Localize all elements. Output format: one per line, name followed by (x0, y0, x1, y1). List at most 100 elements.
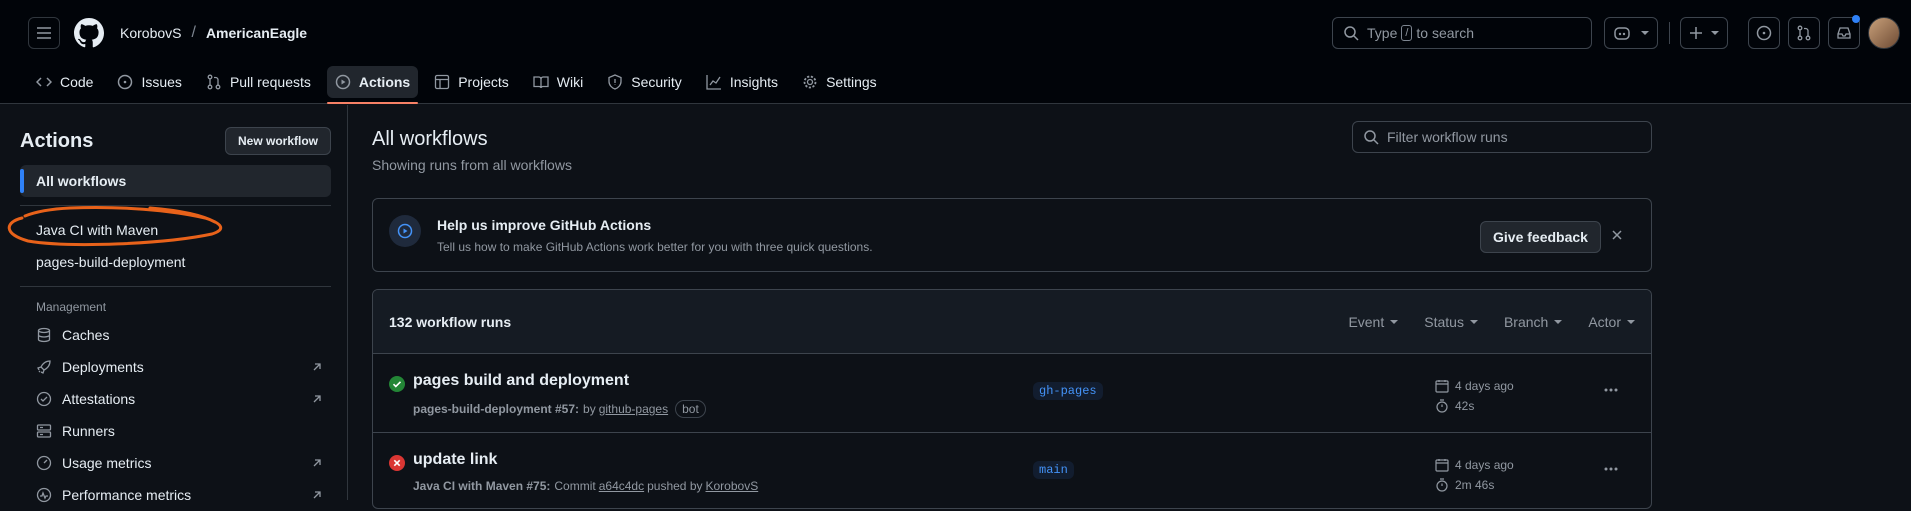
calendar-icon (1435, 380, 1449, 393)
run-by-label: by (583, 402, 596, 416)
workflow-runs-list: 132 workflow runs Event Status Branch Ac… (372, 289, 1652, 509)
play-icon (397, 223, 413, 239)
menu-button[interactable] (28, 17, 60, 49)
sidebar-item-performance-metrics[interactable]: Performance metrics (20, 479, 331, 511)
tab-security[interactable]: Security (599, 66, 690, 98)
chevron-down-icon (1469, 320, 1478, 324)
sidebar-item-label: Attestations (62, 391, 136, 407)
run-duration: 2m 46s (1455, 478, 1495, 492)
run-workflow: pages-build-deployment #57: (413, 402, 580, 416)
sidebar-divider (20, 286, 331, 287)
close-icon[interactable] (1609, 227, 1625, 243)
pull-request-icon (1797, 25, 1811, 41)
sidebar-item-label: Deployments (62, 359, 144, 375)
search-shortcut-key: / (1401, 25, 1413, 41)
filter-label: Actor (1588, 314, 1621, 330)
chevron-down-icon (1554, 320, 1563, 324)
book-icon (533, 76, 549, 89)
runs-count: 132 workflow runs (389, 313, 512, 330)
branch-label[interactable]: gh-pages (1033, 382, 1103, 400)
run-date: 4 days ago (1455, 458, 1514, 472)
tab-label: Pull requests (229, 74, 311, 90)
run-actor-link[interactable]: github-pages (599, 402, 668, 416)
pull-request-icon (207, 74, 221, 90)
copilot-button[interactable] (1604, 17, 1658, 49)
tab-insights[interactable]: Insights (698, 66, 786, 98)
table-icon (435, 74, 450, 90)
tab-label: Issues (141, 74, 182, 90)
chevron-down-icon (1390, 320, 1399, 324)
sidebar-item-caches[interactable]: Caches (20, 319, 331, 351)
stopwatch-icon (1436, 478, 1448, 492)
tab-projects[interactable]: Projects (426, 66, 517, 98)
workflow-run-row[interactable]: pages build and deployment pages-build-d… (373, 354, 1651, 433)
run-title[interactable]: update link (413, 451, 497, 469)
give-feedback-button[interactable]: Give feedback (1480, 221, 1601, 253)
run-actor-link[interactable]: KorobovS (706, 479, 759, 493)
gear-icon (803, 75, 817, 89)
tab-label: Projects (458, 74, 509, 90)
sidebar-item-all-workflows[interactable]: All workflows (20, 165, 331, 197)
arrow-up-right-icon (313, 395, 321, 403)
new-workflow-button[interactable]: New workflow (224, 127, 331, 155)
event-filter-dropdown[interactable]: Event (1348, 314, 1399, 330)
owner-link[interactable]: KorobovS (120, 25, 181, 41)
banner-title: Help us improve GitHub Actions (437, 217, 652, 233)
sidebar-item-label: Caches (62, 327, 110, 343)
arrow-up-right-icon (313, 363, 321, 371)
repo-nav: Code Issues Pull requests Actions Projec… (0, 66, 1911, 104)
run-meta: Java CI with Maven #75: Commit a64c4dc p… (413, 479, 761, 493)
branch-filter-dropdown[interactable]: Branch (1504, 314, 1563, 330)
check-circle-icon (389, 376, 405, 392)
shield-icon (608, 74, 622, 90)
status-filter-dropdown[interactable]: Status (1424, 314, 1478, 330)
run-duration: 42s (1455, 399, 1475, 413)
pulse-icon (36, 487, 52, 503)
run-workflow: Java CI with Maven #75: (413, 479, 551, 493)
run-title[interactable]: pages build and deployment (413, 372, 629, 390)
meter-icon (36, 455, 52, 471)
main-content: All workflows Showing runs from all work… (372, 105, 1652, 509)
notification-dot (1852, 15, 1860, 23)
branch-label[interactable]: main (1033, 461, 1074, 479)
run-date: 4 days ago (1455, 379, 1514, 393)
search-prefix: Type (1367, 25, 1398, 41)
tab-issues[interactable]: Issues (109, 66, 189, 98)
filter-workflow-runs-input[interactable]: Filter workflow runs (1352, 121, 1652, 153)
actor-filter-dropdown[interactable]: Actor (1588, 314, 1635, 330)
header-divider (1669, 22, 1670, 44)
sidebar-item-pages-build-deployment[interactable]: pages-build-deployment (20, 246, 331, 278)
tab-settings[interactable]: Settings (794, 66, 885, 98)
inbox-icon (1837, 27, 1851, 39)
sidebar-item-attestations[interactable]: Attestations (20, 383, 331, 415)
avatar[interactable] (1868, 17, 1900, 49)
copilot-icon (1614, 27, 1630, 40)
search-input[interactable]: Type / to search (1332, 17, 1592, 49)
sidebar-item-runners[interactable]: Runners (20, 415, 331, 447)
workflow-run-row[interactable]: update link Java CI with Maven #75: Comm… (373, 433, 1651, 508)
sidebar-item-usage-metrics[interactable]: Usage metrics (20, 447, 331, 479)
tab-pull-requests[interactable]: Pull requests (198, 66, 319, 98)
arrow-up-right-icon (313, 491, 321, 499)
graph-icon (706, 75, 721, 90)
sidebar-title: Actions (20, 129, 94, 152)
sidebar-item-deployments[interactable]: Deployments (20, 351, 331, 383)
github-logo-icon[interactable] (74, 18, 104, 48)
kebab-horizontal-icon[interactable] (1603, 461, 1619, 477)
banner-icon-wrap (389, 215, 421, 247)
create-new-button[interactable] (1680, 17, 1728, 49)
filter-label: Event (1348, 314, 1385, 330)
run-commit-link[interactable]: a64c4dc (599, 479, 644, 493)
issues-button[interactable] (1748, 17, 1780, 49)
tab-code[interactable]: Code (28, 66, 101, 98)
tab-actions[interactable]: Actions (326, 66, 419, 104)
global-header: KorobovS / AmericanEagle Type / to searc… (0, 0, 1911, 104)
repo-link[interactable]: AmericanEagle (206, 25, 307, 41)
management-heading: Management (36, 300, 107, 314)
code-icon (36, 77, 52, 87)
tab-label: Code (60, 74, 94, 90)
pull-requests-button[interactable] (1788, 17, 1820, 49)
kebab-horizontal-icon[interactable] (1603, 382, 1619, 398)
tab-wiki[interactable]: Wiki (525, 66, 591, 98)
breadcrumb-separator: / (191, 24, 196, 41)
